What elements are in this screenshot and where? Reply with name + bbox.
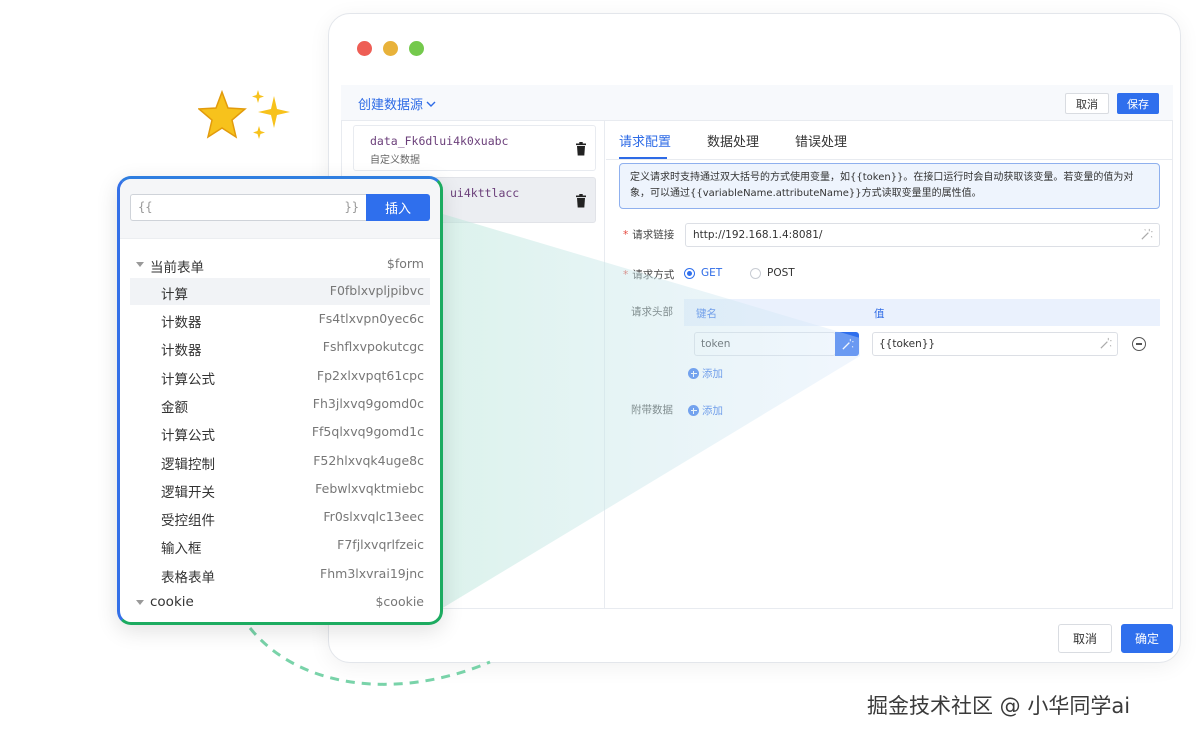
tree-item[interactable]: 计算公式 Ff5qlxvq9gomd1c: [130, 419, 430, 446]
toolbar-cancel-button[interactable]: 取消: [1065, 93, 1109, 114]
url-input[interactable]: http://192.168.1.4:8081/: [685, 223, 1160, 247]
headers-col-value: 值: [874, 308, 885, 320]
magic-wand-icon[interactable]: [1140, 228, 1153, 241]
star-sparkle-icon: [198, 90, 290, 139]
datasource-subtitle: 自定义数据: [370, 155, 420, 166]
chevron-down-icon: [426, 101, 436, 107]
add-header-link[interactable]: 添加: [688, 366, 723, 381]
watermark-text: 掘金技术社区 @ 小华同学ai: [867, 694, 1131, 718]
minimize-window-button[interactable]: [383, 41, 398, 56]
active-tab-indicator: [619, 157, 667, 159]
tree-group-cookie[interactable]: cookie $cookie: [130, 589, 430, 616]
method-post-radio[interactable]: POST: [750, 267, 795, 279]
config-window: 创建数据源 取消 保存 data_Fk6dlui4k0xuabc 自定义数据 u…: [328, 13, 1181, 663]
window-toolbar: 创建数据源 取消 保存: [341, 85, 1173, 121]
trash-icon[interactable]: [575, 142, 587, 156]
url-label: * 请求链接: [623, 229, 675, 241]
tree-item[interactable]: 受控组件 Fr0slxvqlc13eec: [130, 504, 430, 531]
variable-input-bar: {{ }} 插入: [120, 179, 440, 239]
create-datasource-dropdown[interactable]: 创建数据源: [358, 94, 437, 113]
method-get-radio[interactable]: GET: [684, 267, 722, 279]
tree-item[interactable]: 表格表单 Fhm3lxvrai19jnc: [130, 561, 430, 588]
datasource-item[interactable]: data_Fk6dlui4k0xuabc 自定义数据: [353, 125, 596, 171]
tab-error-handling[interactable]: 错误处理: [795, 131, 847, 161]
method-label: * 请求方式: [623, 269, 675, 281]
datasource-name: ui4kttlacc: [450, 186, 520, 200]
radio-checked-icon: [684, 267, 695, 279]
header-key-variable-button[interactable]: [835, 332, 859, 356]
tree-item[interactable]: 金额 Fh3jlxvq9gomd0c: [130, 391, 430, 418]
footer-cancel-button[interactable]: 取消: [1058, 624, 1112, 653]
remove-header-icon[interactable]: [1132, 337, 1146, 351]
add-extra-data-link[interactable]: 添加: [688, 403, 723, 418]
header-value-input[interactable]: {{token}}: [872, 332, 1118, 356]
headers-col-key: 键名: [696, 308, 717, 320]
magic-wand-icon: [841, 338, 854, 350]
footer-confirm-button[interactable]: 确定: [1121, 624, 1173, 653]
caret-down-icon: [136, 600, 144, 605]
extra-data-label: 附带数据: [631, 404, 673, 416]
headers-table: 键名 值 token {{token}}: [684, 299, 1160, 362]
toolbar-save-button[interactable]: 保存: [1117, 93, 1159, 114]
insert-button[interactable]: 插入: [366, 194, 430, 221]
variable-usage-notice: 定义请求时支持通过双大括号的方式使用变量，如{{token}}。在接口运行时会自…: [619, 163, 1160, 209]
caret-down-icon: [136, 262, 144, 267]
magic-wand-icon[interactable]: [1099, 337, 1112, 350]
maximize-window-button[interactable]: [409, 41, 424, 56]
headers-label: 请求头部: [631, 306, 673, 318]
variable-open-braces: {{: [138, 200, 153, 214]
tree-item[interactable]: 计数器 Fs4tlxvpn0yec6c: [130, 306, 430, 333]
close-window-button[interactable]: [357, 41, 372, 56]
create-datasource-label: 创建数据源: [358, 98, 424, 113]
tree-item[interactable]: 计数器 Fshflxvpokutcgc: [130, 334, 430, 361]
tree-item[interactable]: 计算公式 Fp2xlxvpqt61cpc: [130, 363, 430, 390]
tree-group-form[interactable]: 当前表单 $form: [130, 251, 430, 278]
datasource-name: data_Fk6dlui4k0xuabc: [370, 134, 509, 148]
radio-unchecked-icon: [750, 267, 761, 279]
tree-item[interactable]: 逻辑开关 Febwlxvqktmiebc: [130, 476, 430, 503]
tree-item[interactable]: 逻辑控制 F52hlxvqk4uge8c: [130, 448, 430, 475]
trash-icon[interactable]: [575, 194, 587, 208]
plus-icon: [688, 368, 699, 379]
tabs-divider: [606, 159, 1173, 160]
variable-picker-panel: {{ }} 插入 当前表单 $form 计算 F0fblxvpljpibvc 计…: [117, 176, 443, 625]
tree-item[interactable]: 计算 F0fblxvpljpibvc: [130, 278, 430, 305]
tree-item[interactable]: 输入框 F7fjlxvqrlfzeic: [130, 532, 430, 559]
header-key-input[interactable]: token: [694, 332, 836, 356]
url-value: http://192.168.1.4:8081/: [693, 229, 823, 241]
variable-close-braces: }}: [344, 200, 359, 214]
window-controls: [357, 41, 424, 56]
tab-data-processing[interactable]: 数据处理: [707, 131, 759, 161]
headers-table-head: 键名 值: [684, 299, 1160, 326]
plus-icon: [688, 405, 699, 416]
variable-input[interactable]: {{ }}: [130, 194, 366, 221]
